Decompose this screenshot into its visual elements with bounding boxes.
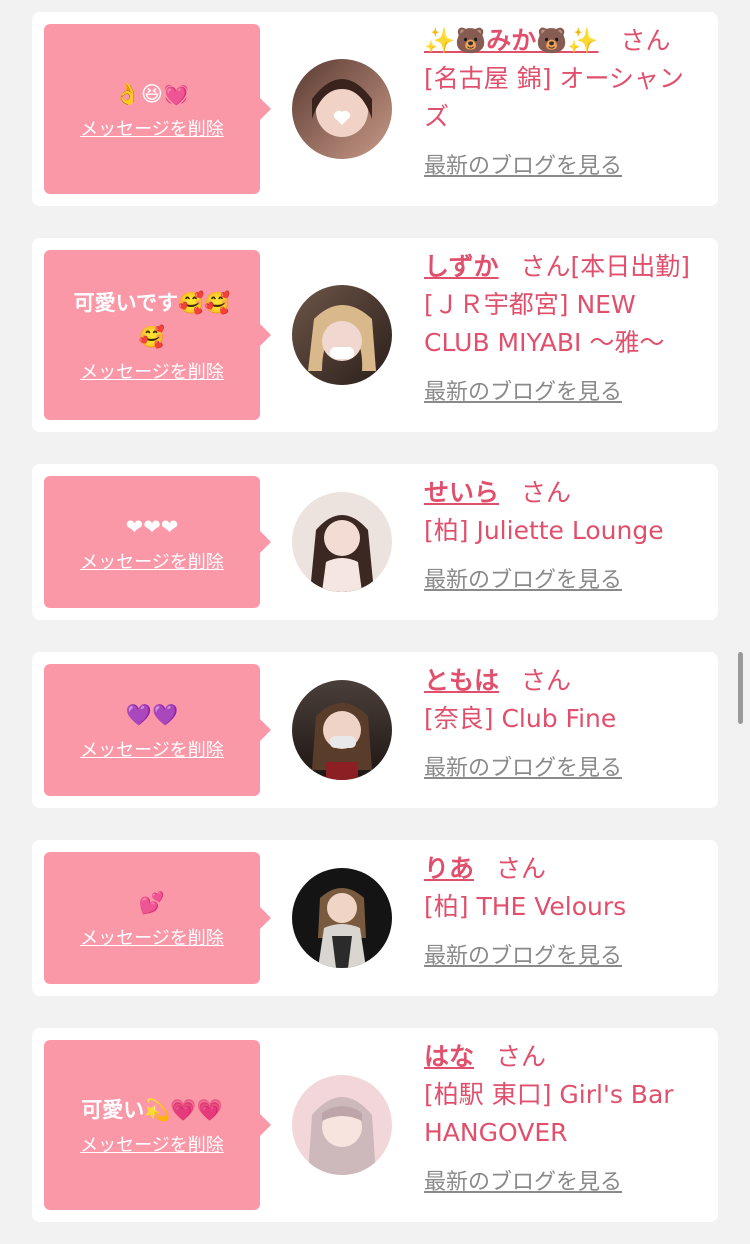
shop-name: [柏] THE Velours	[424, 892, 627, 921]
name-line: ともは さん	[424, 664, 704, 698]
shop-name: [ＪＲ宇都宮] NEW CLUB MIYABI 〜雅〜	[424, 290, 665, 357]
name-line: りあ さん	[424, 852, 704, 886]
honorific: さん	[620, 26, 671, 55]
info: しずか さん[本日出勤] [ＪＲ宇都宮] NEW CLUB MIYABI 〜雅〜 …	[424, 250, 704, 406]
honorific: さん	[496, 1042, 547, 1071]
delete-message-link[interactable]: メッセージを削除	[80, 115, 224, 141]
message-bubble: 💕 メッセージを削除	[44, 852, 271, 984]
cast-name-link[interactable]: ✨🐻みか🐻✨	[424, 26, 599, 55]
shop-name: [柏駅 東口] Girl's Bar HANGOVER	[424, 1080, 674, 1147]
delete-message-link[interactable]: メッセージを削除	[80, 736, 224, 762]
cast-name-link[interactable]: せいら	[424, 478, 499, 507]
message-text: 💜💜	[125, 703, 179, 727]
message-bubble: 可愛いです🥰🥰🥰 メッセージを削除	[44, 250, 271, 420]
avatar[interactable]	[292, 59, 392, 159]
message-text: 可愛いです🥰🥰🥰	[73, 291, 231, 349]
avatar[interactable]	[292, 868, 392, 968]
avatar[interactable]	[292, 492, 392, 592]
message-bubble: 💜💜 メッセージを削除	[44, 664, 271, 796]
honorific: さん	[521, 478, 572, 507]
cast-name-link[interactable]: りあ	[424, 854, 474, 883]
name-suffix: [本日出勤]	[570, 252, 691, 281]
scrollbar[interactable]	[738, 652, 743, 724]
message-text: 💕	[138, 891, 166, 915]
delete-message-link[interactable]: メッセージを削除	[80, 924, 224, 950]
list-item: 可愛い💫💗💗 メッセージを削除 はな さん [柏駅 東口] Girl's Bar …	[32, 1028, 718, 1222]
delete-message-link[interactable]: メッセージを削除	[80, 548, 224, 574]
list-item: 💜💜 メッセージを削除 ともは さん [奈良] Club Fine 最新のブログを…	[32, 652, 718, 808]
message-text: 可愛い💫💗💗	[81, 1098, 223, 1122]
blog-link[interactable]: 最新のブログを見る	[424, 374, 704, 406]
list-item: ❤❤❤ メッセージを削除 せいら さん [柏] Juliette Lounge 最…	[32, 464, 718, 620]
honorific: さん	[520, 252, 571, 281]
list-item: 可愛いです🥰🥰🥰 メッセージを削除 しずか さん[本日出勤] [ＪＲ宇都宮] NE…	[32, 238, 718, 432]
cast-name-link[interactable]: はな	[424, 1042, 474, 1071]
list-item: 👌😆💓 メッセージを削除 ✨🐻みか🐻✨ さん [名古屋 錦] オーシャンズ 最新の…	[32, 12, 718, 206]
blog-link[interactable]: 最新のブログを見る	[424, 1164, 704, 1196]
info: ともは さん [奈良] Club Fine 最新のブログを見る	[424, 664, 704, 782]
avatar[interactable]	[292, 1075, 392, 1175]
avatar[interactable]	[292, 680, 392, 780]
info: ✨🐻みか🐻✨ さん [名古屋 錦] オーシャンズ 最新のブログを見る	[424, 24, 704, 180]
name-line: しずか さん[本日出勤]	[424, 250, 704, 284]
name-line: はな さん	[424, 1040, 704, 1074]
cast-name-link[interactable]: しずか	[424, 252, 499, 281]
shop-name: [名古屋 錦] オーシャンズ	[424, 64, 684, 131]
info: はな さん [柏駅 東口] Girl's Bar HANGOVER 最新のブログを…	[424, 1040, 704, 1196]
blog-link[interactable]: 最新のブログを見る	[424, 148, 704, 180]
message-bubble: 👌😆💓 メッセージを削除	[44, 24, 271, 194]
blog-link[interactable]: 最新のブログを見る	[424, 938, 704, 970]
delete-message-link[interactable]: メッセージを削除	[80, 358, 224, 384]
name-line: せいら さん	[424, 476, 704, 510]
message-bubble: ❤❤❤ メッセージを削除	[44, 476, 271, 608]
honorific: さん	[521, 666, 572, 695]
avatar[interactable]	[292, 285, 392, 385]
blog-link[interactable]: 最新のブログを見る	[424, 750, 704, 782]
info: せいら さん [柏] Juliette Lounge 最新のブログを見る	[424, 476, 704, 594]
name-line: ✨🐻みか🐻✨ さん	[424, 24, 704, 58]
message-text: ❤❤❤	[125, 515, 179, 539]
message-bubble: 可愛い💫💗💗 メッセージを削除	[44, 1040, 271, 1210]
shop-name: [柏] Juliette Lounge	[424, 516, 664, 545]
blog-link[interactable]: 最新のブログを見る	[424, 562, 704, 594]
shop-name: [奈良] Club Fine	[424, 704, 617, 733]
honorific: さん	[496, 854, 547, 883]
message-text: 👌😆💓	[114, 82, 190, 106]
cast-name-link[interactable]: ともは	[424, 666, 499, 695]
info: りあ さん [柏] THE Velours 最新のブログを見る	[424, 852, 704, 970]
list-item: 💕 メッセージを削除 りあ さん [柏] THE Velours 最新のブログを見…	[32, 840, 718, 996]
delete-message-link[interactable]: メッセージを削除	[80, 1131, 224, 1157]
